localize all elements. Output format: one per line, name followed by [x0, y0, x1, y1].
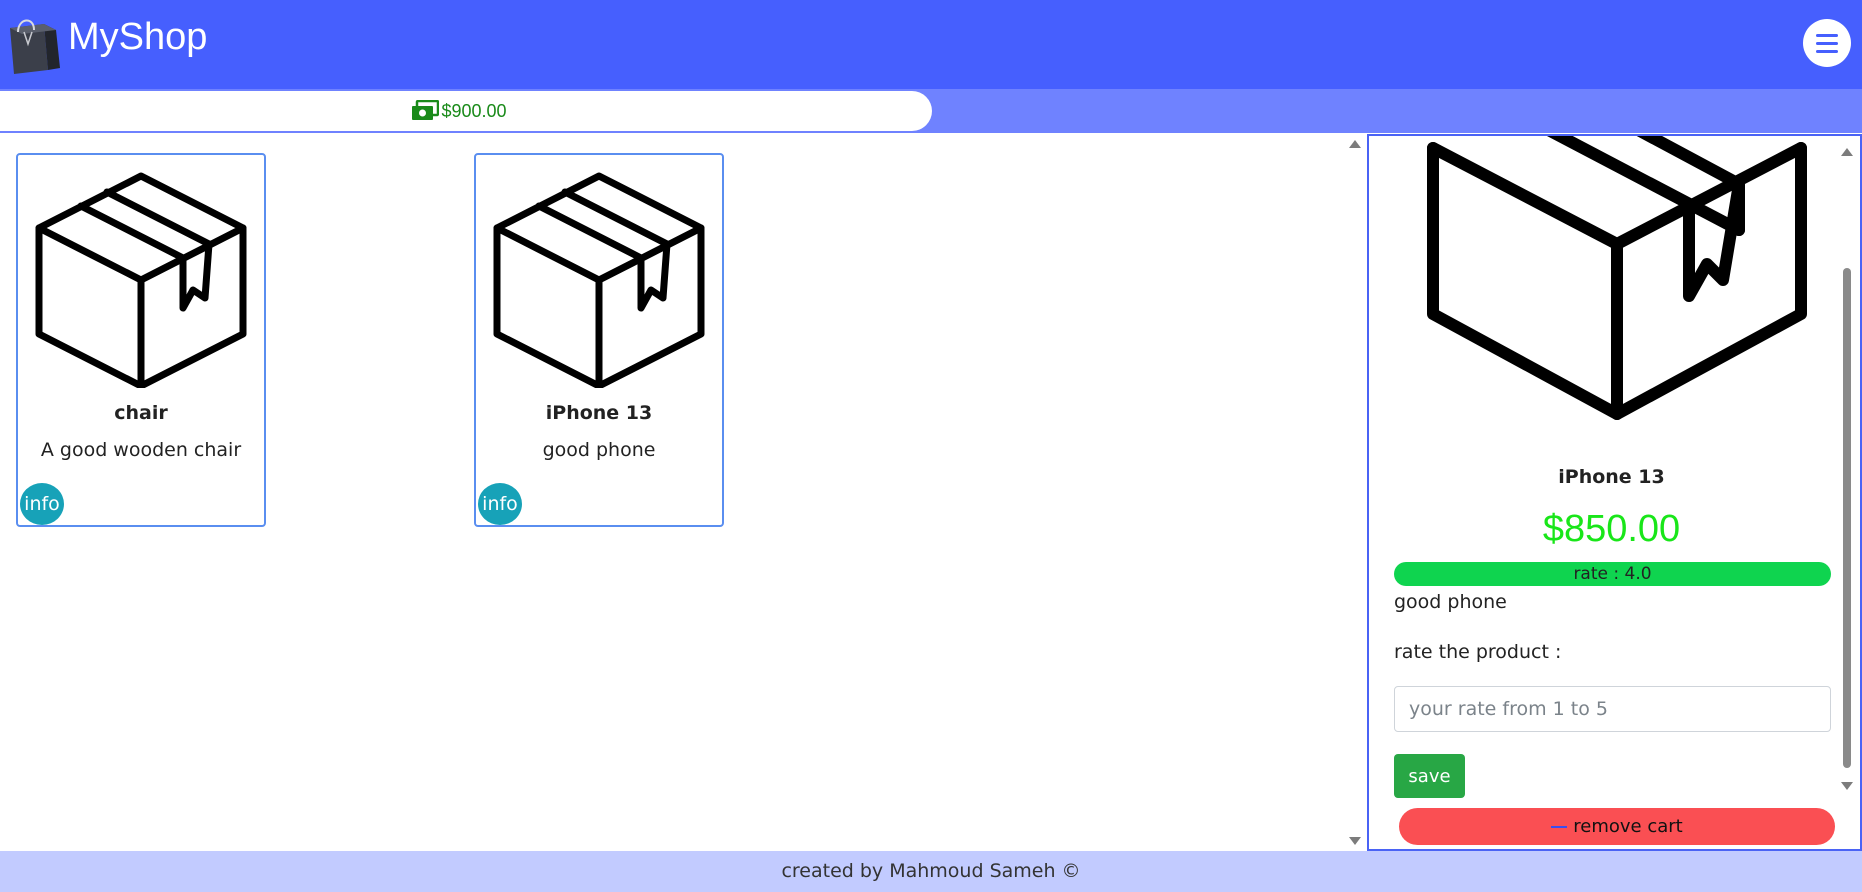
detail-price: $850.00: [1542, 508, 1681, 550]
box-icon: [35, 172, 247, 388]
scroll-down-arrow-icon[interactable]: [1841, 782, 1853, 790]
detail-title: iPhone 13: [1558, 466, 1665, 488]
product-list: chair A good wooden chair info iPhone 13…: [0, 133, 1368, 851]
balance-bar: $900.00: [0, 89, 1862, 133]
box-icon: [1427, 136, 1807, 420]
minus-icon: [1551, 825, 1568, 828]
scroll-up-arrow-icon[interactable]: [1349, 140, 1361, 148]
info-button[interactable]: info: [478, 483, 522, 525]
money-bill-icon: [412, 100, 440, 120]
product-detail-panel: iPhone 13 $850.00 rate : 4.0 good phone …: [1367, 134, 1862, 851]
navbar: MyShop: [0, 0, 1862, 89]
footer: created by Mahmoud Sameh ©: [0, 851, 1862, 892]
save-button[interactable]: save: [1394, 754, 1465, 798]
info-button[interactable]: info: [20, 483, 64, 525]
balance-pill: $900.00: [0, 91, 932, 131]
remove-cart-label: remove cart: [1573, 816, 1683, 837]
product-card[interactable]: chair A good wooden chair info: [16, 153, 266, 527]
scroll-down-arrow-icon[interactable]: [1349, 837, 1361, 845]
detail-description: good phone: [1394, 591, 1507, 613]
box-icon: [493, 172, 705, 388]
product-title: chair: [114, 402, 168, 424]
product-card[interactable]: iPhone 13 good phone info: [474, 153, 724, 527]
hamburger-menu-icon: [1816, 33, 1838, 37]
scrollbar-thumb[interactable]: [1843, 268, 1851, 768]
product-title: iPhone 13: [545, 402, 653, 424]
product-description: A good wooden chair: [40, 439, 242, 461]
brand-name: MyShop: [68, 15, 208, 58]
remove-cart-button[interactable]: remove cart: [1399, 808, 1835, 845]
product-description: good phone: [542, 439, 656, 461]
rate-label: rate the product :: [1394, 641, 1562, 663]
rating-badge: rate : 4.0: [1394, 562, 1831, 586]
scroll-up-arrow-icon[interactable]: [1841, 148, 1853, 156]
shopping-bag-icon: [10, 19, 60, 74]
rate-input[interactable]: [1394, 686, 1831, 732]
brand[interactable]: MyShop: [4, 12, 207, 77]
balance-amount: $900.00: [441, 100, 507, 121]
menu-button[interactable]: [1803, 19, 1851, 67]
